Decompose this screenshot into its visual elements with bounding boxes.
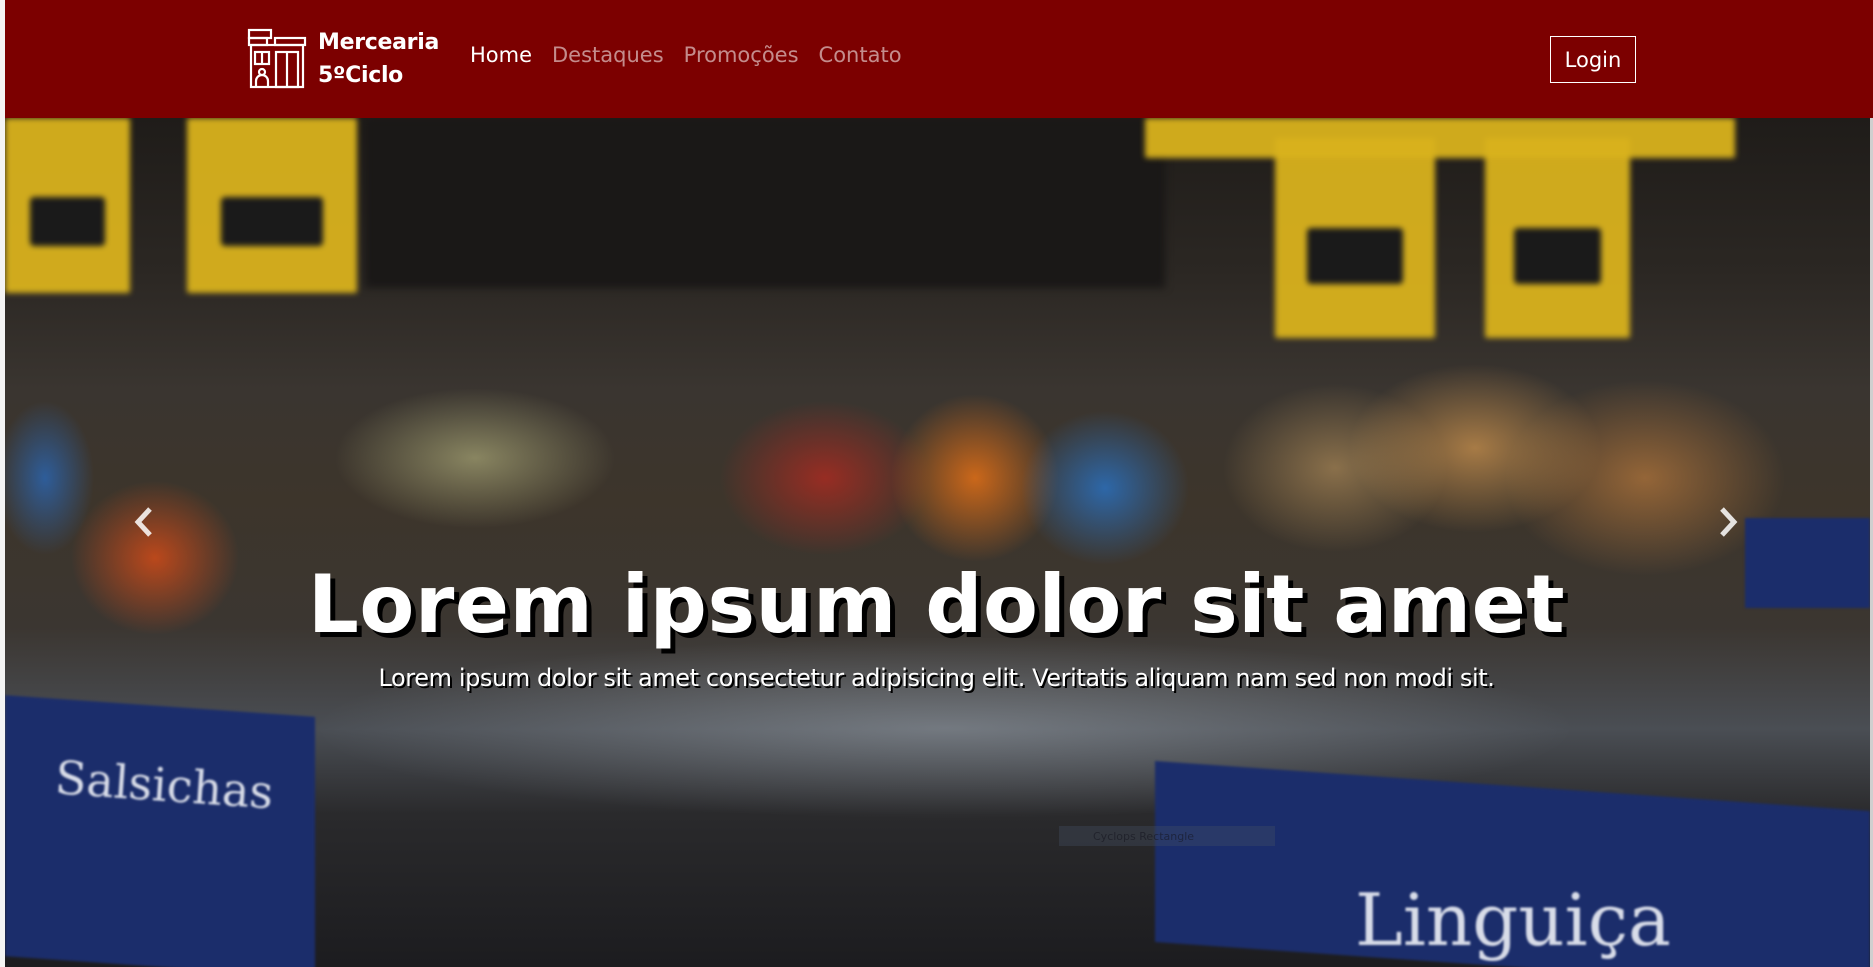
nav-item-home[interactable]: Home	[470, 43, 532, 67]
price-sign	[1145, 118, 1735, 158]
placard-text-right: Linguiça	[1355, 878, 1671, 962]
price-sign	[1275, 138, 1435, 338]
brand[interactable]: Mercearia 5ºCiclo	[246, 26, 439, 92]
carousel-caption: Lorem ipsum dolor sit amet Lorem ipsum d…	[0, 558, 1873, 693]
store-icon	[247, 28, 307, 89]
hero-title: Lorem ipsum dolor sit amet	[307, 558, 1566, 651]
login-button[interactable]: Login	[1550, 36, 1636, 83]
nav-item-promocoes[interactable]: Promoções	[684, 43, 799, 67]
background-shelf	[365, 118, 1165, 288]
nav-item-destaques[interactable]: Destaques	[552, 43, 664, 67]
chevron-right-icon	[1720, 507, 1738, 537]
price-sign	[1485, 138, 1630, 338]
price-sign	[187, 118, 357, 293]
hero-subtitle: Lorem ipsum dolor sit amet consectetur a…	[378, 664, 1495, 692]
navbar: Mercearia 5ºCiclo Home Destaques Promoçõ…	[5, 0, 1873, 118]
brand-name-line1: Mercearia	[318, 30, 440, 55]
nav-item-contato[interactable]: Contato	[819, 43, 902, 67]
brand-name-line2: 5ºCiclo	[318, 63, 403, 88]
overlay-label: Cyclops Rectangle	[1059, 826, 1275, 846]
hero-carousel: Salsichas Linguiça	[5, 118, 1870, 967]
main-nav: Home Destaques Promoções Contato	[470, 43, 922, 67]
placard-left	[5, 695, 315, 967]
chevron-left-icon	[134, 507, 152, 537]
carousel-next-button[interactable]	[1710, 492, 1746, 552]
price-sign	[5, 118, 130, 293]
carousel-prev-button[interactable]	[126, 492, 162, 552]
